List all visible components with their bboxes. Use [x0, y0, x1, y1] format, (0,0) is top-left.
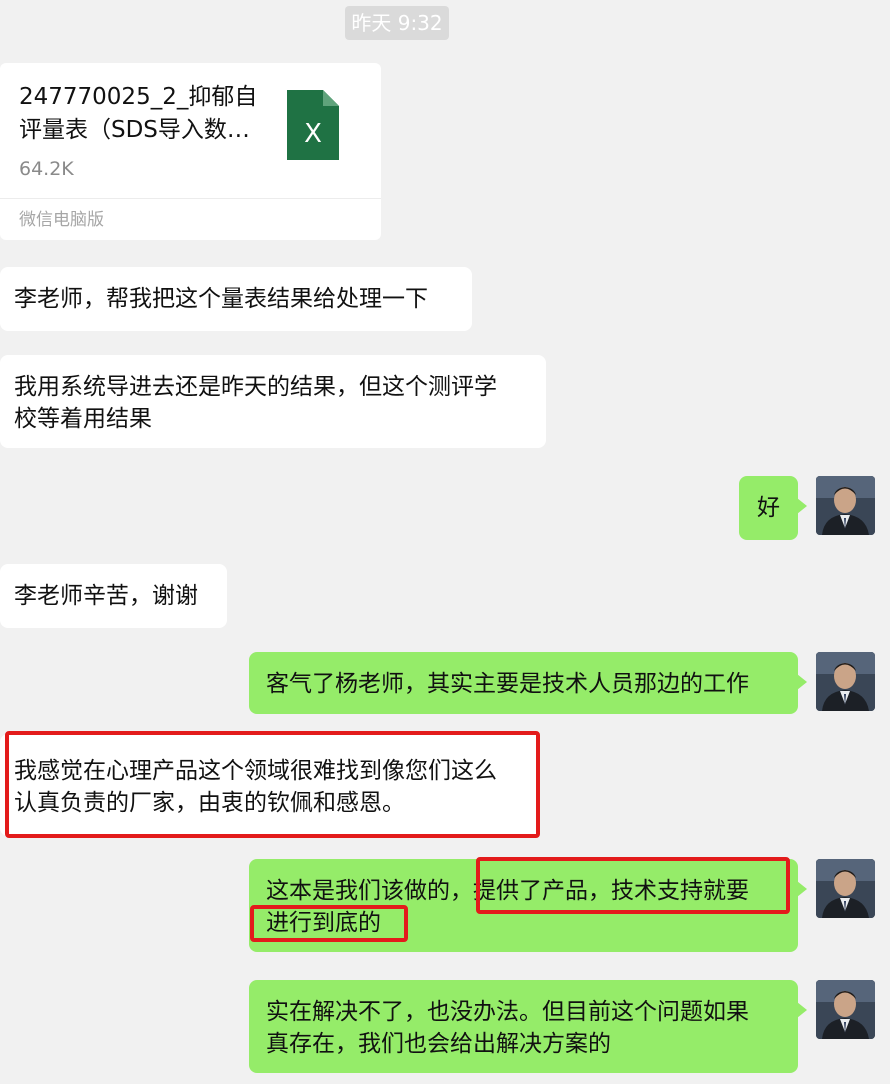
- user-avatar-icon: [816, 652, 875, 711]
- message-line: 实在解决不了，也没办法。但目前这个问题如果: [266, 999, 749, 1025]
- file-source-label: 微信电脑版: [19, 210, 104, 230]
- user-avatar-icon: [816, 980, 875, 1039]
- avatar[interactable]: [816, 652, 875, 711]
- sent-message[interactable]: 客气了杨老师，其实主要是技术人员那边的工作: [249, 652, 807, 714]
- highlight-box: [250, 905, 408, 942]
- avatar[interactable]: [816, 859, 875, 918]
- avatar[interactable]: [816, 476, 875, 535]
- received-message[interactable]: 李老师，帮我把这个量表结果给处理一下: [0, 267, 472, 331]
- excel-icon-letter: X: [304, 119, 322, 149]
- file-card-divider: [0, 198, 381, 199]
- sent-message[interactable]: 实在解决不了，也没办法。但目前这个问题如果 真存在，我们也会给出解决方案的: [249, 980, 807, 1073]
- message-line: 真存在，我们也会给出解决方案的: [266, 1031, 611, 1057]
- file-message-card[interactable]: 247770025_2_抑郁自评量表（SDS导入数… 64.2K X 微信电脑版: [0, 63, 381, 240]
- user-avatar-icon: [816, 859, 875, 918]
- timestamp: 昨天 9:32: [345, 6, 449, 40]
- highlight-box: [476, 857, 790, 914]
- file-size: 64.2K: [19, 158, 74, 180]
- received-message[interactable]: 我用系统导进去还是昨天的结果，但这个测评学 校等着用结果: [0, 355, 546, 448]
- message-line: 校等着用结果: [14, 406, 152, 432]
- message-line: 我用系统导进去还是昨天的结果，但这个测评学: [14, 374, 497, 400]
- excel-icon: X: [287, 90, 339, 160]
- message-line: 李老师，帮我把这个量表结果给处理一下: [14, 286, 428, 312]
- avatar[interactable]: [816, 980, 875, 1039]
- highlight-box: [5, 731, 540, 838]
- file-name: 247770025_2_抑郁自评量表（SDS导入数…: [19, 84, 258, 143]
- sent-message[interactable]: 好: [739, 476, 807, 540]
- message-line: 好: [757, 495, 780, 521]
- received-message[interactable]: 李老师辛苦，谢谢: [0, 564, 227, 628]
- message-line: 李老师辛苦，谢谢: [14, 583, 198, 609]
- user-avatar-icon: [816, 476, 875, 535]
- message-line: 客气了杨老师，其实主要是技术人员那边的工作: [266, 671, 749, 697]
